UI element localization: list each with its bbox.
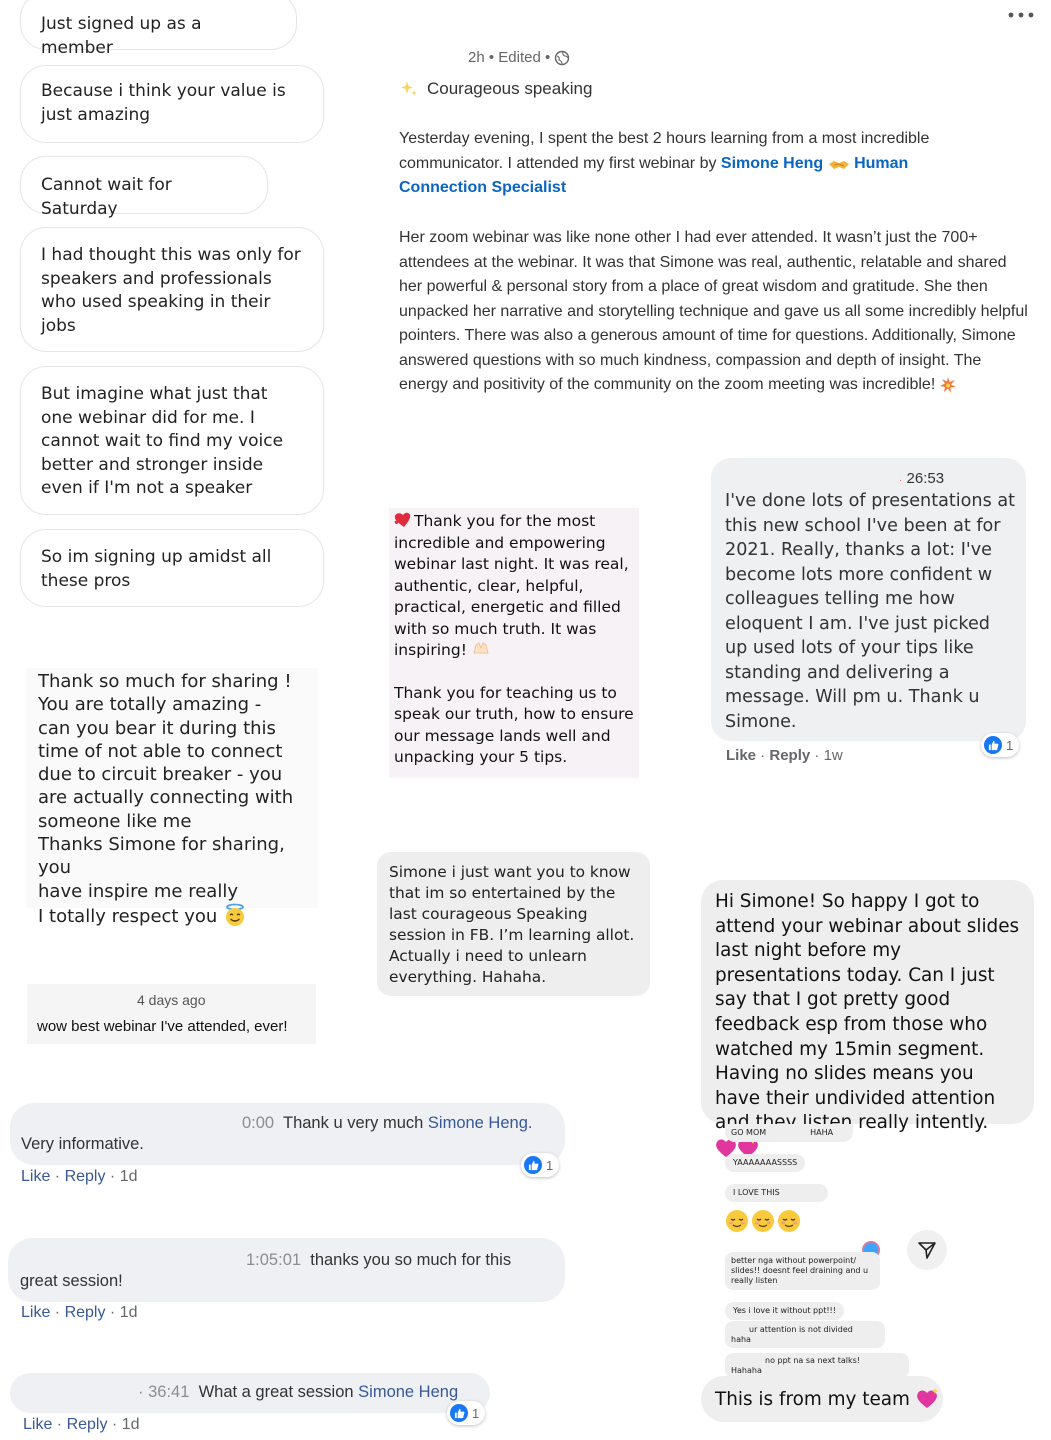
like-link[interactable]: Like [21,1304,50,1321]
post-meta: 2h • Edited • [468,49,570,66]
comment-header: 1:05:01 thanks you so much for this [246,1251,512,1269]
chat-bubble-saturday: Cannot wait for Saturday [20,156,268,219]
chat-bubble-value: Because i think your value is just amazi… [20,65,324,143]
reply-link[interactable]: Reply [65,1304,106,1321]
comment-text: wow best webinar I've attended, ever! [37,1018,288,1035]
thanks-sharing-message: Thank so much for sharing ! You are tota… [26,668,318,927]
comment-text: I've done lots of presentations at this … [725,491,1016,732]
team-msg-powerpoint: better nga without powerpoint/ slides!! … [725,1252,880,1290]
mention-simone-heng[interactable]: Simone Heng. [428,1114,533,1132]
presentation-comment: · 26:53 I've done lots of presentations … [711,458,1026,741]
entertained-message: Simone i just want you to know that im s… [377,852,650,996]
comment-actions: Like · Reply · 1d [21,1168,138,1185]
comment-actions: Like · Reply · 1d [21,1304,138,1321]
like-reaction-count[interactable]: 1 [981,733,1020,757]
comment-text: great session! [20,1272,123,1290]
like-link[interactable]: Like [23,1416,52,1433]
post-title: Courageous speaking [399,79,592,99]
comment-header: 0:00 Thank u very much Simone Heng. [242,1114,533,1132]
globe-icon [554,50,570,66]
reply-link[interactable]: Reply [65,1168,106,1185]
send-icon[interactable] [907,1230,947,1270]
team-msg-attention: ur attention is not divided haha [725,1321,885,1348]
mention-simone-heng[interactable]: Simone Heng [358,1383,458,1401]
mention-simone-heng[interactable]: Simone Heng [721,155,823,172]
comment-text: Very informative. [21,1135,144,1153]
team-msg-love-without-ppt: Yes i love it without ppt!!! [725,1302,844,1320]
slides-message: Hi Simone! So happy I got to attend your… [701,880,1034,1157]
like-link[interactable]: Like [21,1168,50,1185]
comment-age: 4 days ago [137,992,206,1008]
like-link[interactable]: Like [726,747,756,764]
like-reaction-count[interactable]: 1 [521,1153,560,1177]
post-paragraph-2: Her zoom webinar was like none other I h… [399,229,1028,393]
thank-you-note: Thank you for the most incredible and em… [389,508,639,778]
fb-comment-3: · 36:41 What a great session Simone Heng [10,1373,490,1413]
relieved-face-icon [725,1208,805,1234]
post-paragraph-1: Yesterday evening, I spent the best 2 ho… [399,130,930,196]
comment-timestamp: · 26:53 [899,470,945,487]
team-msg-go-mom: GO MOM HAHA [725,1124,853,1142]
smiling-face-with-halo-icon [223,903,247,927]
like-reaction-count[interactable]: 1 [447,1401,486,1425]
more-options-icon[interactable] [1006,8,1036,22]
praise-hands-icon [472,640,490,654]
chat-bubble-speakers: I had thought this was only for speakers… [20,227,324,352]
handshake-icon [828,156,850,170]
comment-actions: Like · Reply · 1d [23,1416,140,1433]
team-msg-yaaas: YAAAAAAASSSS [725,1154,806,1172]
chat-bubble-signed-up: Just signed up as a member [20,0,297,58]
thumbs-up-icon [524,1156,542,1174]
comment-actions: Like · Reply · 1w [726,747,843,764]
sparkling-heart-icon [916,1387,940,1409]
chat-bubble-imagine: But imagine what just that one webinar d… [20,366,324,515]
team-caption: This is from my team [701,1376,943,1422]
four-days-comment: 4 days ago wow best webinar I've attende… [27,984,316,1044]
fb-comment-1: 0:00 Thank u very much Simone Heng. Very… [10,1103,565,1165]
chat-bubble-signing-up: So im signing up amidst all these pros [20,529,324,607]
team-msg-love-this: I LOVE THIS [725,1184,828,1202]
heart-icon [394,512,414,528]
comment-header: · 36:41 What a great session Simone Heng [138,1383,459,1401]
team-msg-no-ppt: no ppt na sa next talks! Hahaha [725,1353,909,1378]
fb-comment-2: 1:05:01 thanks you so much for this grea… [8,1238,565,1302]
reply-link[interactable]: Reply [67,1416,108,1433]
collision-icon [939,376,956,393]
thumbs-up-icon [984,736,1002,754]
sparkles-icon [399,79,419,99]
reply-link[interactable]: Reply [769,747,810,764]
thumbs-up-icon [450,1404,468,1422]
